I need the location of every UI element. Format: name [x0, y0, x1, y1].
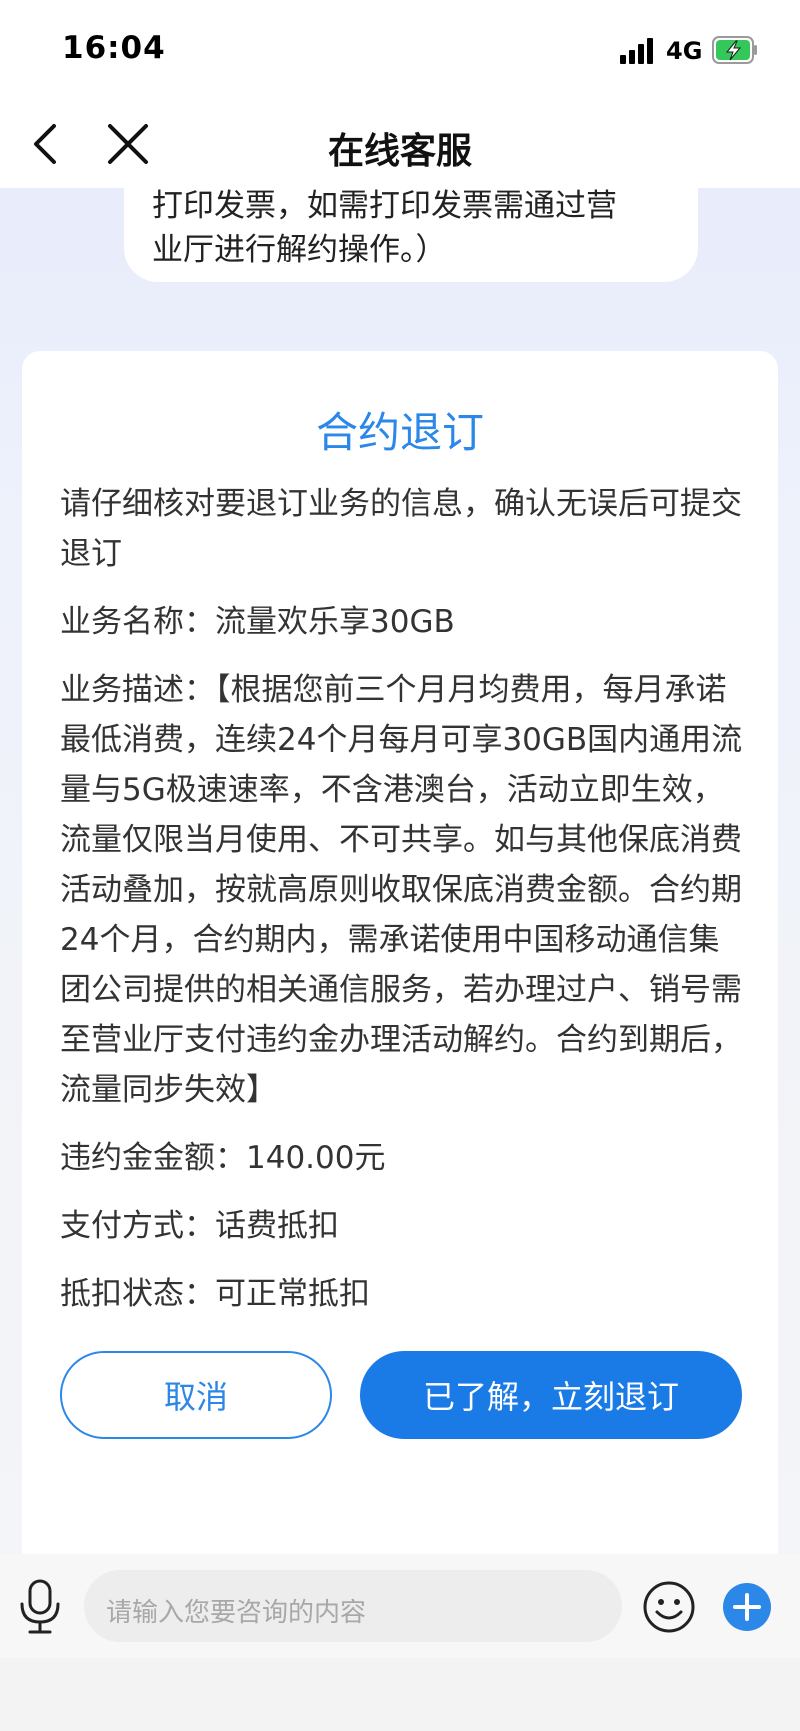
- cellular-signal-icon: [620, 38, 656, 64]
- cancel-button[interactable]: 取消: [60, 1351, 332, 1439]
- network-type: 4G: [666, 37, 703, 65]
- plus-icon[interactable]: [722, 1582, 772, 1632]
- deduct-status: 抵扣状态：可正常抵扣: [60, 1276, 370, 1312]
- nav-bar: 在线客服: [0, 100, 800, 188]
- microphone-icon[interactable]: [14, 1578, 66, 1636]
- service-name: 业务名称：流量欢乐享30GB: [60, 604, 455, 640]
- status-time: 16:04: [62, 30, 166, 66]
- previous-message-bubble: 打印发票，如需打印发票需通过营 业厅进行解约操作。）: [124, 188, 698, 282]
- emoji-icon[interactable]: [642, 1580, 696, 1634]
- penalty-amount: 违约金金额：140.00元: [60, 1140, 386, 1176]
- card-title: 合约退订: [315, 408, 484, 457]
- previous-message-line: 业厅进行解约操作。）: [152, 232, 447, 268]
- bottom-safe-area: [0, 1658, 800, 1731]
- battery-charging-icon: [712, 36, 757, 64]
- input-bar: 请输入您要咨询的内容: [0, 1554, 800, 1658]
- page-title: 在线客服: [327, 131, 472, 172]
- previous-message-line: 打印发票，如需打印发票需通过营: [152, 188, 617, 224]
- service-description: 业务描述：【根据您前三个月月均费用，每月承诺最低消费，连续24个月每月可享30G…: [60, 672, 743, 1108]
- chat-area[interactable]: 打印发票，如需打印发票需通过营 业厅进行解约操作。） 合约退订 请仔细核对要退订…: [0, 188, 800, 1554]
- payment-method: 支付方式：话费抵扣: [60, 1208, 339, 1244]
- contract-cancel-card: 合约退订 请仔细核对要退订业务的信息，确认无误后可提交退订 业务名称：流量欢乐享…: [22, 351, 778, 1554]
- confirm-unsubscribe-button[interactable]: 已了解，立刻退订: [360, 1351, 742, 1439]
- card-body: 请仔细核对要退订业务的信息，确认无误后可提交退订 业务名称：流量欢乐享30GB …: [60, 479, 750, 1337]
- input-placeholder: 请输入您要咨询的内容: [106, 1598, 367, 1628]
- status-bar: 16:04 4G: [0, 0, 800, 100]
- card-intro: 请仔细核对要退订业务的信息，确认无误后可提交退订: [60, 486, 742, 572]
